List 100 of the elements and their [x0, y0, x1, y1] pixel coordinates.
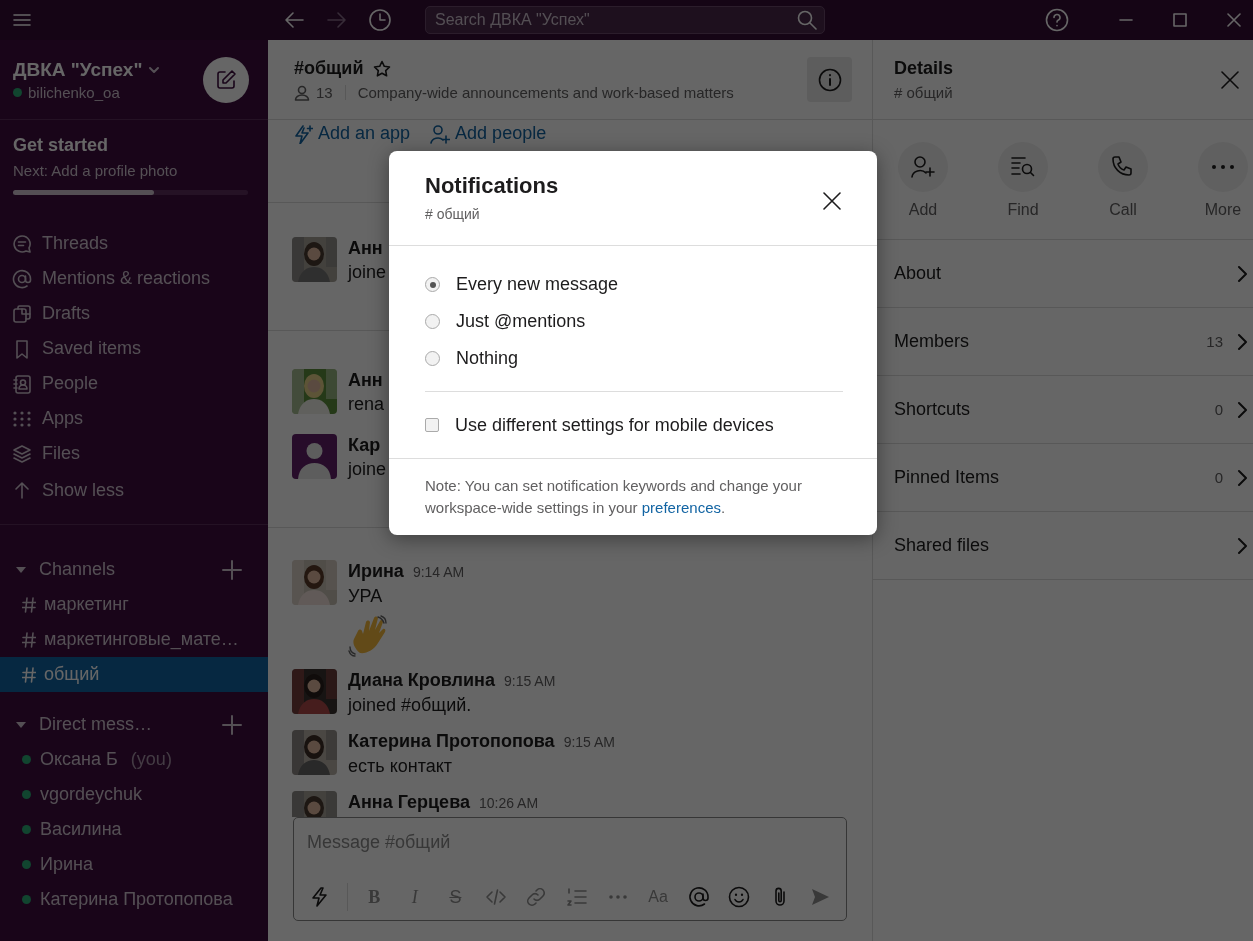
- sidebar-item[interactable]: Mentions & reactions: [0, 261, 268, 296]
- channel-item[interactable]: общий: [0, 657, 268, 692]
- channel-item[interactable]: маркетинг: [0, 587, 268, 622]
- info-button[interactable]: [807, 57, 852, 102]
- sidebar-item[interactable]: Apps: [0, 401, 268, 436]
- add-icon[interactable]: [222, 714, 242, 735]
- panel-action-button[interactable]: More: [1173, 120, 1253, 239]
- message-text: joine: [348, 261, 387, 284]
- radio-button[interactable]: [425, 314, 440, 329]
- dialog-subtitle: # общий: [425, 206, 481, 222]
- author-name[interactable]: Кар: [348, 434, 381, 456]
- hash-icon: [22, 631, 36, 648]
- waving-hand-icon: [348, 615, 388, 657]
- row-count: 0: [1214, 469, 1223, 486]
- maximize-icon[interactable]: [1173, 13, 1187, 27]
- add-person-icon: [910, 154, 936, 180]
- row-label: Shared files: [894, 535, 991, 556]
- message-text: rena: [348, 393, 385, 416]
- option-label[interactable]: Nothing: [456, 348, 519, 369]
- checkbox[interactable]: [425, 418, 439, 432]
- message-text: УРА: [348, 585, 384, 608]
- sidebar-item[interactable]: Saved items: [0, 331, 268, 366]
- author-name[interactable]: Катерина Протопопова: [348, 730, 555, 752]
- author-name[interactable]: Ирина: [348, 560, 404, 582]
- at-sign-icon: [12, 268, 32, 289]
- row-count: 0: [1214, 401, 1223, 418]
- sidebar-item[interactable]: Drafts: [0, 296, 268, 331]
- hash-icon: [22, 666, 36, 683]
- chevron-right-icon: [1237, 400, 1247, 419]
- panel-title: Details: [894, 58, 954, 79]
- compose-icon: [215, 68, 237, 91]
- sidebar-item[interactable]: Show less: [0, 471, 268, 509]
- caret-icon[interactable]: [148, 65, 161, 74]
- timestamp[interactable]: 10:26 AM: [478, 792, 539, 814]
- action-link[interactable]: Add an app: [293, 123, 411, 144]
- user-name: bilichenko_oa: [28, 83, 120, 101]
- star-icon[interactable]: [373, 59, 392, 78]
- panel-action-button[interactable]: Find: [973, 120, 1073, 239]
- help-icon[interactable]: [1045, 8, 1069, 32]
- up-arrow-icon: [12, 480, 32, 500]
- more-icon: [1212, 165, 1234, 169]
- message-text: есть контакт: [348, 755, 454, 778]
- clock-icon[interactable]: [369, 9, 391, 31]
- row-label: Members: [894, 331, 970, 352]
- chevron-right-icon: [1237, 536, 1247, 555]
- action-link[interactable]: Add people: [430, 123, 547, 144]
- dm-item[interactable]: vgordeychuk: [40, 784, 143, 805]
- at-sign-icon: [687, 886, 710, 908]
- checkbox-label[interactable]: Use different settings for mobile devices: [455, 414, 774, 436]
- author-name[interactable]: Анна Герцева: [348, 791, 470, 813]
- option-label[interactable]: Every new message: [456, 274, 619, 295]
- option-label[interactable]: Just @mentions: [456, 311, 586, 332]
- timestamp[interactable]: 9:14 AM: [412, 561, 465, 583]
- author-name[interactable]: Анн: [348, 369, 383, 391]
- onboarding-title[interactable]: Get started: [13, 133, 248, 157]
- close-icon[interactable]: [823, 192, 841, 210]
- threads-icon: [12, 233, 32, 254]
- sidebar-item[interactable]: Threads: [0, 226, 268, 261]
- preferences-link[interactable]: preferences: [641, 499, 721, 516]
- radio-button[interactable]: [425, 277, 440, 292]
- member-icon: [294, 84, 310, 101]
- layers-icon: [12, 443, 32, 464]
- radio-button[interactable]: [425, 351, 440, 366]
- author-name[interactable]: Анн: [348, 237, 383, 259]
- panel-action-button[interactable]: Call: [1073, 120, 1173, 239]
- sidebar-item[interactable]: People: [0, 366, 268, 401]
- search-icon[interactable]: [797, 10, 817, 30]
- numbered-list-icon: [566, 886, 589, 908]
- panel-subtitle: # общий: [894, 84, 954, 101]
- sidebar-item[interactable]: Files: [0, 436, 268, 471]
- add-icon[interactable]: [222, 559, 242, 580]
- section-header[interactable]: Direct mess…: [39, 714, 222, 735]
- channel-item[interactable]: маркетинговые_мате…: [0, 622, 268, 657]
- dm-item[interactable]: Катерина Протопопова: [40, 889, 233, 910]
- info-icon: [817, 67, 842, 92]
- channel-topic: Company-wide announcements and work-based matters: [357, 84, 734, 101]
- message-text: joined #общий.: [348, 694, 473, 717]
- row-label: About: [894, 263, 943, 284]
- member-count[interactable]: 13: [316, 84, 333, 101]
- back-arrow-icon[interactable]: [283, 9, 305, 31]
- channel-name[interactable]: #общий: [294, 58, 364, 79]
- dm-item[interactable]: Оксана Б: [40, 749, 118, 770]
- dm-item[interactable]: Ирина: [40, 854, 93, 875]
- contacts-icon: [12, 373, 32, 394]
- more-icon: [608, 895, 627, 899]
- chevron-right-icon: [1237, 468, 1247, 487]
- author-name[interactable]: Диана Кровлина: [348, 669, 495, 691]
- menu-icon[interactable]: [13, 13, 31, 27]
- compose-button[interactable]: [203, 56, 249, 103]
- message-text: joine: [348, 458, 387, 481]
- row-label: Pinned Items: [894, 467, 1001, 488]
- lightning-plus-icon: [293, 123, 313, 144]
- section-header[interactable]: Channels: [39, 559, 222, 580]
- code-icon: [484, 886, 507, 908]
- timestamp[interactable]: 9:15 AM: [504, 670, 556, 692]
- dm-item[interactable]: Василина: [40, 819, 122, 840]
- chevron-right-icon: [1237, 264, 1247, 283]
- dialog-title: Notifications: [425, 173, 559, 199]
- timestamp[interactable]: 9:15 AM: [563, 731, 615, 753]
- workspace-name[interactable]: ДВКА "Успех": [13, 58, 143, 81]
